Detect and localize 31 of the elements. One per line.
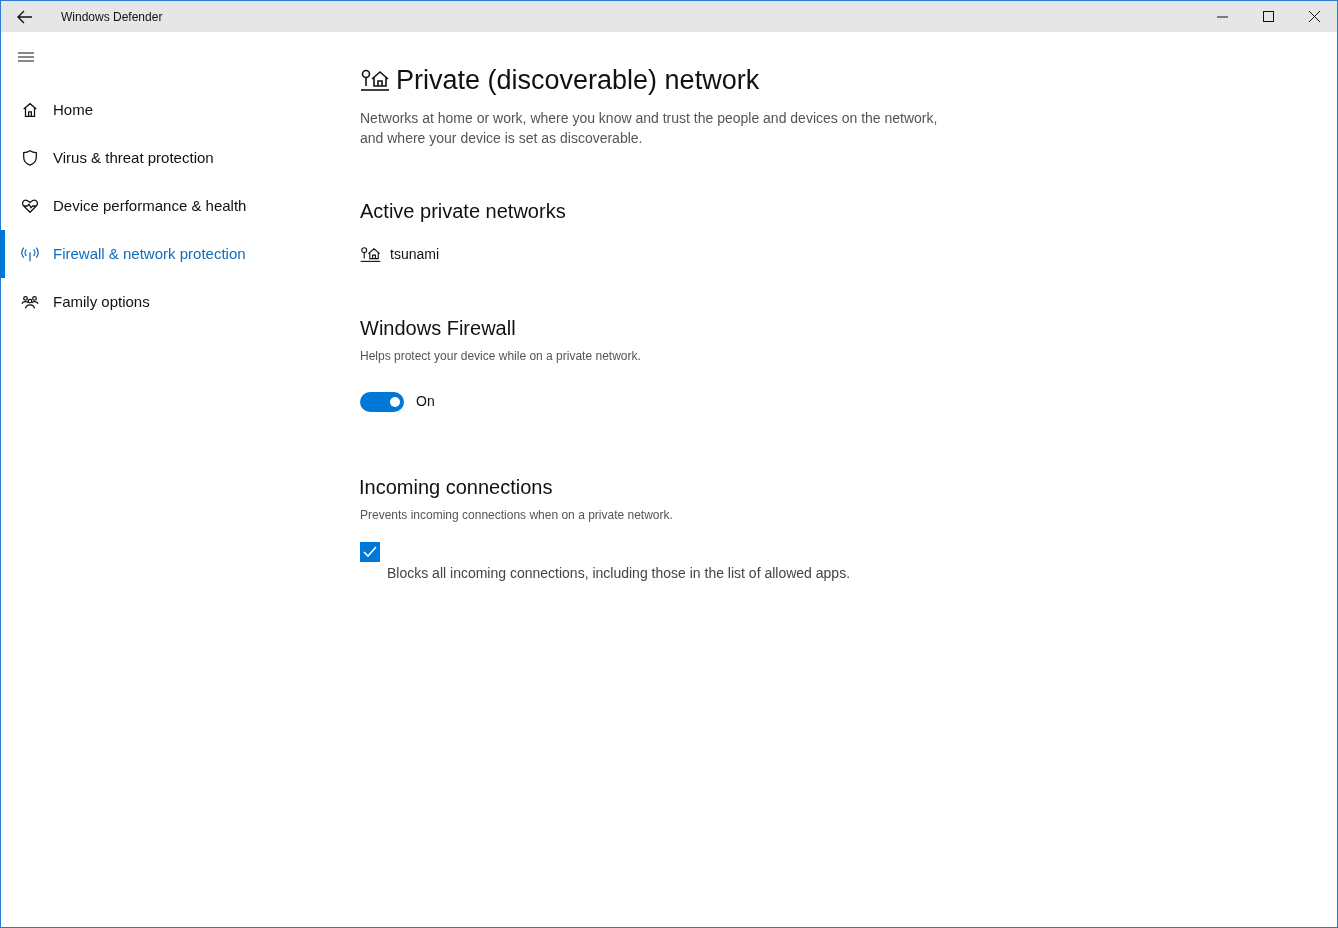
network-home-icon — [360, 68, 390, 92]
sidebar-item[interactable]: Device performance & health — [0, 182, 341, 230]
heart-pulse-icon — [21, 197, 39, 215]
page-description: Networks at home or work, where you know and trust the people and devices on the network, and where your device is set as discoverable. — [360, 109, 939, 148]
section-heading: Active private networks — [360, 199, 567, 224]
checkmark-icon — [363, 546, 377, 558]
shield-icon — [21, 149, 39, 167]
toggle-switch[interactable] — [360, 391, 404, 412]
network-home-icon — [360, 246, 381, 263]
checkbox[interactable] — [360, 542, 380, 562]
page-title: Private (discoverable) network — [396, 64, 760, 97]
antenna-icon — [21, 245, 39, 263]
toggle-state-label: On — [416, 392, 435, 411]
sidebar-item[interactable]: Virus & threat protection — [0, 134, 341, 182]
section-heading: Incoming connections — [359, 475, 554, 500]
network-name: tsunami — [390, 245, 440, 264]
sidebar-item[interactable]: Home — [0, 86, 341, 134]
sidebar-item[interactable]: Firewall & network protection — [0, 230, 341, 278]
section-description: Helps protect your device while on a private network. — [360, 348, 642, 365]
close-icon — [1308, 11, 1320, 22]
window-title: Windows Defender — [61, 8, 163, 26]
section-description: Prevents incoming connections when on a private network. — [360, 507, 674, 524]
menu-icon — [18, 52, 34, 62]
back-arrow-icon — [17, 9, 33, 24]
sidebar-item[interactable]: Family options — [0, 278, 341, 326]
checkbox-label: Blocks all incoming connections, including those in the list of allowed apps. — [387, 564, 852, 583]
people-icon — [21, 293, 39, 311]
home-icon — [21, 101, 39, 119]
section-heading: Windows Firewall — [360, 316, 517, 341]
maximize-icon — [1262, 11, 1274, 22]
minimize-icon — [1216, 15, 1228, 18]
